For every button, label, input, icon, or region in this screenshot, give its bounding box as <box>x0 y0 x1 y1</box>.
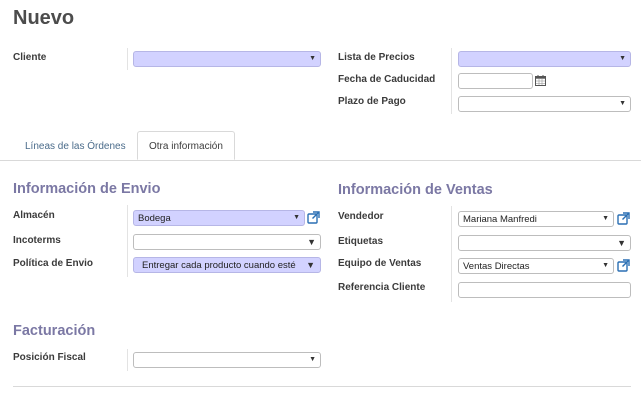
warehouse-select[interactable]: Bodega ▼ <box>133 210 305 226</box>
page-title: Nuevo <box>13 7 75 29</box>
salesperson-label: Vendedor <box>338 211 384 222</box>
payment-term-label: Plazo de Pago <box>338 96 406 107</box>
divider <box>451 206 452 302</box>
pricelist-select[interactable]: ▼ <box>458 51 631 67</box>
chevron-down-icon: ▼ <box>309 356 316 363</box>
client-select[interactable]: ▼ <box>133 51 321 67</box>
expiration-date-input[interactable] <box>458 73 533 89</box>
pricelist-label: Lista de Precios <box>338 52 415 63</box>
bottom-divider <box>13 386 631 387</box>
chevron-down-icon: ▼ <box>309 55 316 62</box>
client-label: Cliente <box>13 52 47 63</box>
payment-term-select[interactable]: ▼ <box>458 96 631 112</box>
salesperson-select[interactable]: Mariana Manfredi ▼ <box>458 211 614 227</box>
fiscal-position-label: Posición Fiscal <box>13 352 86 363</box>
divider <box>127 349 128 371</box>
tabs-divider <box>0 160 641 161</box>
external-link-icon[interactable] <box>617 212 630 225</box>
chevron-down-icon: ▼ <box>307 237 316 247</box>
customer-reference-label: Referencia Cliente <box>338 282 426 293</box>
incoterms-select[interactable]: ▼ <box>133 234 321 250</box>
chevron-down-icon: ▼ <box>619 100 626 107</box>
warehouse-value: Bodega <box>138 213 171 224</box>
chevron-down-icon: ▼ <box>619 55 626 62</box>
sales-team-label: Equipo de Ventas <box>338 258 422 269</box>
tags-label: Etiquetas <box>338 236 384 247</box>
tags-select[interactable]: ▼ <box>458 235 631 251</box>
external-link-icon[interactable] <box>307 211 320 224</box>
chevron-down-icon: ▼ <box>602 215 609 222</box>
chevron-down-icon: ▼ <box>602 262 609 269</box>
sales-section-title: Información de Ventas <box>338 182 493 198</box>
sales-team-value: Ventas Directas <box>463 261 530 272</box>
incoterms-label: Incoterms <box>13 235 61 246</box>
divider <box>451 48 452 114</box>
fiscal-position-select[interactable]: ▼ <box>133 352 321 368</box>
chevron-down-icon: ▼ <box>306 260 315 270</box>
external-link-icon[interactable] <box>617 259 630 272</box>
tab-other-info[interactable]: Otra información <box>137 131 235 160</box>
chevron-down-icon: ▼ <box>293 214 300 221</box>
warehouse-label: Almacén <box>13 210 55 221</box>
shipping-section-title: Información de Envio <box>13 181 161 197</box>
tab-order-lines[interactable]: Líneas de las Órdenes <box>25 141 126 152</box>
salesperson-value: Mariana Manfredi <box>463 214 537 225</box>
chevron-down-icon: ▼ <box>617 238 626 248</box>
shipping-policy-label: Política de Envio <box>13 258 94 269</box>
divider <box>127 205 128 277</box>
expiration-label: Fecha de Caducidad <box>338 74 436 85</box>
divider <box>127 48 128 70</box>
shipping-policy-value: Entregar cada producto cuando esté <box>142 260 296 271</box>
shipping-policy-select[interactable]: Entregar cada producto cuando esté ▼ <box>133 257 321 273</box>
billing-section-title: Facturación <box>13 323 96 339</box>
customer-reference-input[interactable] <box>458 282 631 298</box>
calendar-icon[interactable] <box>535 75 546 86</box>
sales-team-select[interactable]: Ventas Directas ▼ <box>458 258 614 274</box>
